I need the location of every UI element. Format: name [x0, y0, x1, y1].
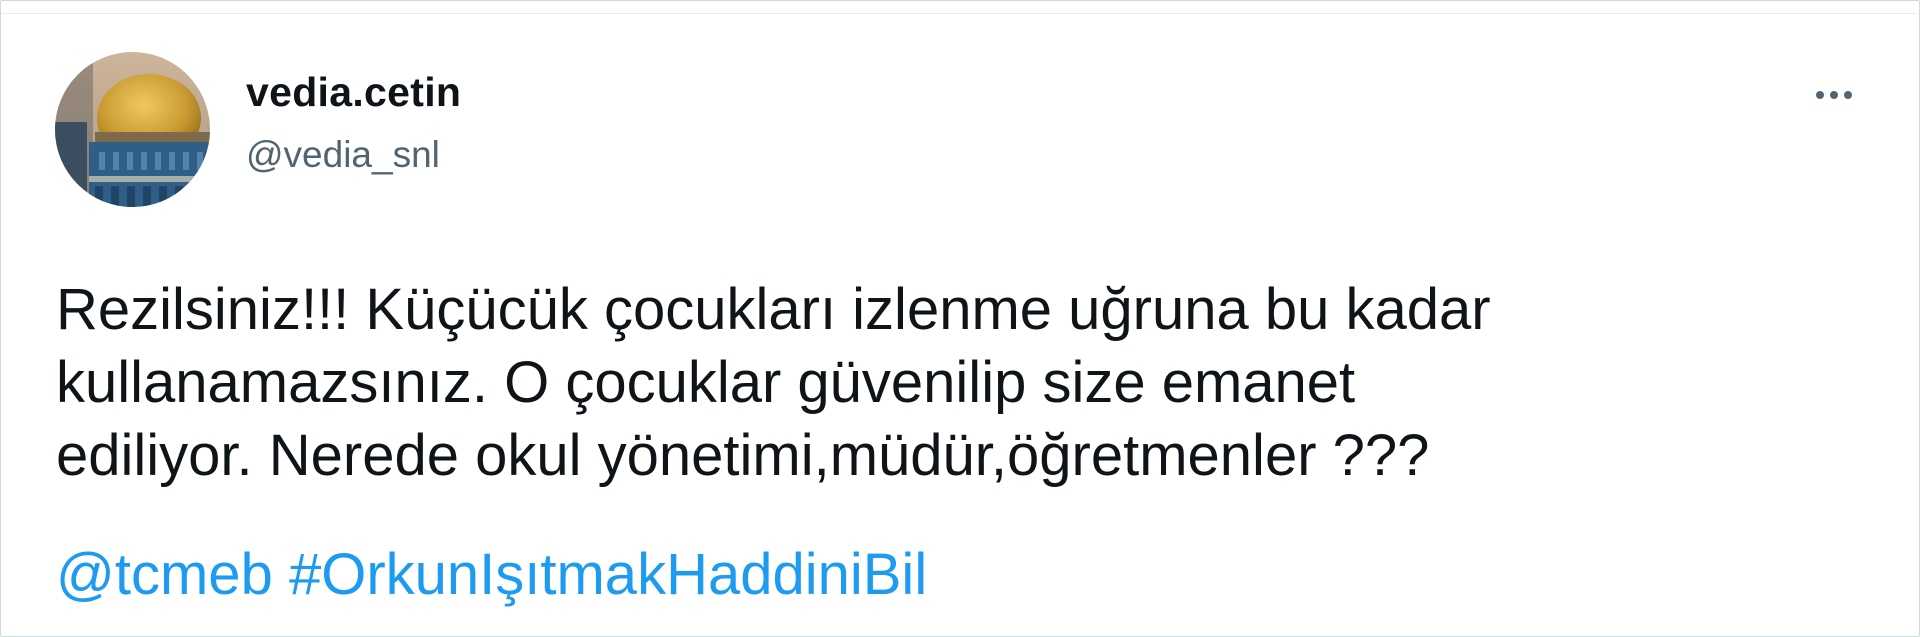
- avatar[interactable]: [55, 52, 210, 207]
- user-names: vedia.cetin @vedia_snl: [246, 63, 461, 184]
- tweet-text: Rezilsiniz!!! Küçücük çocukları izlenme …: [56, 277, 1491, 488]
- more-button[interactable]: [1807, 75, 1861, 115]
- more-horizontal-icon: [1816, 91, 1852, 99]
- avatar-image: [55, 52, 210, 207]
- display-name[interactable]: vedia.cetin: [246, 63, 461, 121]
- user-handle[interactable]: @vedia_snl: [246, 126, 461, 184]
- top-divider: [1, 13, 1920, 14]
- tweet-links: @tcmeb #OrkunIşıtmakHaddiniBil: [56, 538, 927, 611]
- mention-link[interactable]: @tcmeb: [56, 542, 273, 607]
- hashtag-link[interactable]: #OrkunIşıtmakHaddiniBil: [289, 542, 927, 607]
- tweet-card: vedia.cetin @vedia_snl Rezilsiniz!!! Küç…: [0, 0, 1920, 637]
